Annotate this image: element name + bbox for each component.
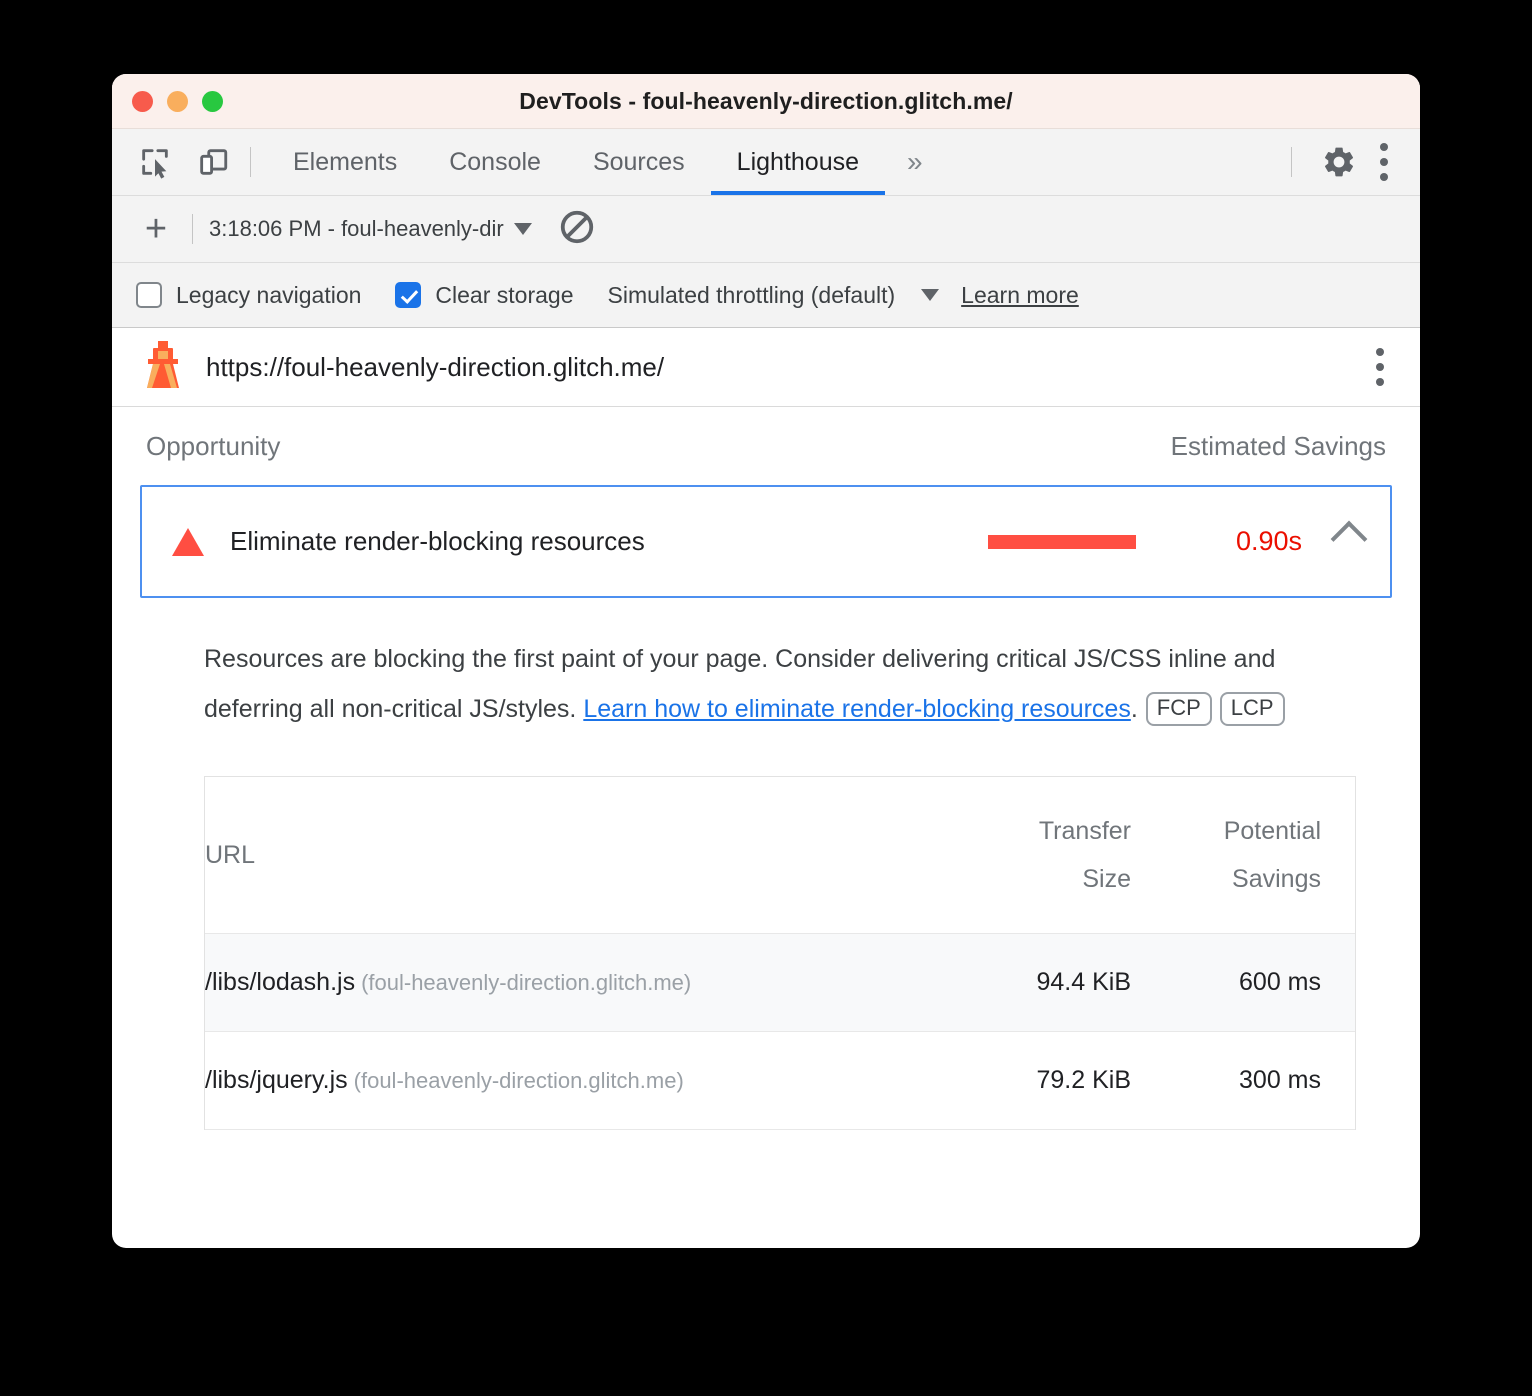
kebab-dot bbox=[1376, 378, 1384, 386]
row-url-path: /libs/jquery.js bbox=[205, 1066, 348, 1094]
table-row: /libs/jquery.js (foul-heavenly-direction.… bbox=[205, 1031, 1355, 1130]
row-transfer-size: 94.4 KiB bbox=[953, 933, 1131, 1032]
metric-badge-fcp: FCP bbox=[1145, 692, 1212, 726]
render-blocking-resources-table: URL Transfer Size Potential Savings /lib… bbox=[205, 777, 1355, 1130]
header-potential-savings-line1: Potential bbox=[1223, 817, 1321, 845]
legacy-navigation-label: Legacy navigation bbox=[176, 281, 362, 308]
table-header-row: URL Transfer Size Potential Savings bbox=[205, 777, 1355, 934]
render-blocking-resources-table-wrapper: URL Transfer Size Potential Savings /lib… bbox=[204, 776, 1356, 1130]
tab-lighthouse-label: Lighthouse bbox=[736, 147, 859, 176]
throttling-chevron-down-icon[interactable] bbox=[921, 289, 940, 301]
tab-console[interactable]: Console bbox=[423, 129, 567, 195]
report-select-label: 3:18:06 PM - foul-heavenly-dir bbox=[209, 216, 504, 241]
table-body: /libs/lodash.js (foul-heavenly-direction.… bbox=[205, 933, 1355, 1130]
window-title: DevTools - foul-heavenly-direction.glitc… bbox=[519, 87, 1013, 114]
panel-tabs: Elements Console Sources Lighthouse bbox=[267, 129, 886, 195]
lighthouse-report-body: Opportunity Estimated Savings Eliminate … bbox=[112, 407, 1420, 1130]
estimated-savings-header-label: Estimated Savings bbox=[1170, 430, 1386, 461]
tab-elements[interactable]: Elements bbox=[267, 129, 423, 195]
report-url: https://foul-heavenly-direction.glitch.m… bbox=[206, 351, 665, 382]
table-head: URL Transfer Size Potential Savings bbox=[205, 777, 1355, 934]
opportunity-description: Resources are blocking the first paint o… bbox=[204, 634, 1328, 734]
header-potential-savings-line2: Savings bbox=[1232, 865, 1321, 893]
opportunity-row-eliminate-render-blocking[interactable]: Eliminate render-blocking resources 0.90… bbox=[140, 485, 1392, 598]
clear-storage-label: Clear storage bbox=[435, 281, 574, 308]
tabbar-left-icons bbox=[112, 129, 234, 195]
opportunity-title: Eliminate render-blocking resources bbox=[230, 526, 645, 556]
table-row: /libs/lodash.js (foul-heavenly-direction.… bbox=[205, 933, 1355, 1032]
report-more-vertical-icon[interactable] bbox=[1366, 340, 1394, 394]
legacy-navigation-checkbox[interactable]: Legacy navigation bbox=[136, 282, 361, 309]
clear-all-icon[interactable] bbox=[558, 208, 596, 251]
tab-lighthouse[interactable]: Lighthouse bbox=[710, 129, 886, 195]
devtools-more-vertical-icon[interactable] bbox=[1370, 135, 1398, 189]
description-learn-link[interactable]: Learn how to eliminate render-blocking r… bbox=[583, 695, 1131, 723]
new-report-button[interactable]: + bbox=[136, 210, 176, 248]
checkbox-box bbox=[136, 282, 162, 308]
tabbar-right-icons bbox=[1275, 129, 1420, 195]
chevron-up-icon[interactable] bbox=[1330, 520, 1368, 557]
header-transfer-size-line1: Transfer bbox=[1038, 817, 1131, 845]
lighthouse-icon bbox=[140, 339, 186, 396]
header-url: URL bbox=[205, 777, 953, 934]
runbar-divider bbox=[192, 214, 193, 244]
row-transfer-size: 79.2 KiB bbox=[953, 1031, 1131, 1130]
tab-elements-label: Elements bbox=[293, 147, 398, 176]
row-potential-savings: 300 ms bbox=[1131, 1031, 1355, 1130]
report-select[interactable]: 3:18:06 PM - foul-heavenly-dir bbox=[209, 216, 532, 242]
gear-icon[interactable] bbox=[1318, 141, 1360, 183]
report-url-row: https://foul-heavenly-direction.glitch.m… bbox=[112, 328, 1420, 407]
tab-console-label: Console bbox=[449, 147, 541, 176]
window-titlebar: DevTools - foul-heavenly-direction.glitc… bbox=[112, 74, 1420, 129]
metric-badge-lcp: LCP bbox=[1219, 692, 1285, 726]
opportunity-row-left: Eliminate render-blocking resources bbox=[172, 526, 645, 557]
devtools-window: DevTools - foul-heavenly-direction.glitc… bbox=[112, 74, 1420, 1248]
lighthouse-runbar: + 3:18:06 PM - foul-heavenly-dir bbox=[112, 196, 1420, 263]
kebab-dot bbox=[1380, 143, 1388, 151]
opportunity-row-right: 0.90s bbox=[988, 520, 1368, 558]
tab-sources-label: Sources bbox=[592, 147, 685, 176]
lighthouse-settings-row: Legacy navigation Clear storage Simulate… bbox=[112, 263, 1420, 328]
tab-sources[interactable]: Sources bbox=[567, 129, 711, 195]
header-transfer-size-line2: Size bbox=[1082, 865, 1131, 893]
opportunity-savings-value: 0.90s bbox=[1235, 526, 1302, 556]
header-transfer-size: Transfer Size bbox=[953, 777, 1131, 934]
savings-sparkbar bbox=[988, 534, 1136, 549]
tabbar-divider bbox=[250, 147, 251, 177]
row-url-path: /libs/lodash.js bbox=[205, 968, 356, 996]
row-url-host: (foul-heavenly-direction.glitch.me) bbox=[353, 1068, 684, 1093]
devtools-tabbar: Elements Console Sources Lighthouse » bbox=[112, 129, 1420, 196]
kebab-dot bbox=[1380, 173, 1388, 181]
opportunity-column-headers: Opportunity Estimated Savings bbox=[140, 407, 1392, 485]
screenshot-stage: DevTools - foul-heavenly-direction.glitc… bbox=[0, 0, 1532, 1396]
tabbar-right-divider bbox=[1291, 147, 1292, 177]
row-url-cell: /libs/lodash.js (foul-heavenly-direction.… bbox=[205, 933, 953, 1032]
chevron-down-icon bbox=[513, 223, 532, 235]
row-potential-savings: 600 ms bbox=[1131, 933, 1355, 1032]
row-url-host: (foul-heavenly-direction.glitch.me) bbox=[361, 970, 692, 995]
inspect-element-icon[interactable] bbox=[134, 141, 176, 183]
checkbox-box-checked bbox=[395, 282, 422, 308]
kebab-dot bbox=[1376, 348, 1384, 356]
kebab-dot bbox=[1380, 158, 1388, 166]
header-potential-savings: Potential Savings bbox=[1131, 777, 1355, 934]
throttling-label: Simulated throttling (default) bbox=[607, 281, 896, 308]
description-text-part2: . bbox=[1130, 695, 1138, 723]
row-url-cell: /libs/jquery.js (foul-heavenly-direction.… bbox=[205, 1031, 953, 1130]
clear-storage-checkbox[interactable]: Clear storage bbox=[395, 281, 574, 309]
device-toolbar-icon[interactable] bbox=[192, 141, 234, 183]
kebab-dot bbox=[1376, 363, 1384, 371]
learn-more-link[interactable]: Learn more bbox=[961, 282, 1079, 309]
opportunity-header-label: Opportunity bbox=[146, 430, 281, 461]
tabs-overflow-chevron-icon[interactable]: » bbox=[885, 129, 945, 195]
warning-triangle-icon bbox=[172, 527, 204, 556]
